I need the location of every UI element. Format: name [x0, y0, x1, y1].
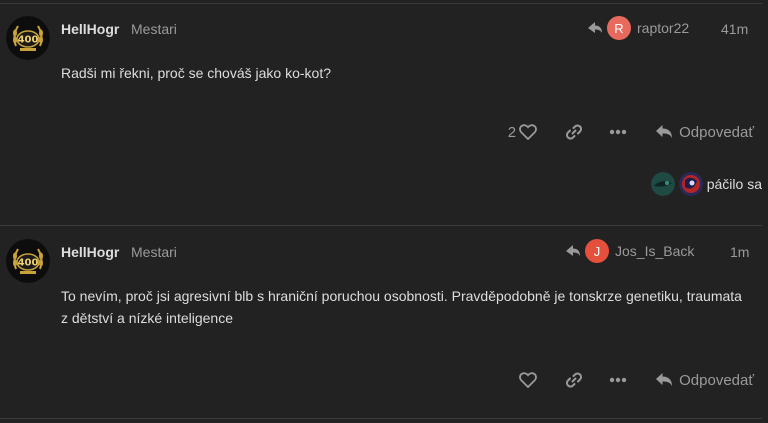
reply-to-username: raptor22: [637, 20, 690, 36]
like-button[interactable]: 2: [507, 123, 538, 141]
reply-to-username: Jos_Is_Back: [615, 243, 695, 259]
liked-by-label: páčilo sa: [706, 176, 762, 192]
reply-icon: [656, 373, 673, 386]
post-time[interactable]: 41m: [721, 21, 748, 37]
username[interactable]: HellHogr: [61, 244, 119, 260]
liker-avatar-image: [678, 172, 703, 196]
user-avatar[interactable]: 400: [6, 16, 50, 60]
post-time[interactable]: 1m: [730, 244, 749, 260]
svg-text:400: 400: [18, 35, 39, 46]
heart-icon: [519, 372, 538, 388]
reply-to-avatar: R: [607, 16, 631, 40]
laurel-badge-icon: 400: [6, 239, 50, 283]
more-icon: [609, 129, 627, 135]
like-button[interactable]: [519, 372, 538, 388]
post: 400 HellHogr Mestari J Jos_Is_Back 1m To…: [0, 226, 768, 418]
post: 400 HellHogr Mestari R raptor22 41m Radš…: [0, 0, 768, 225]
svg-text:400: 400: [18, 258, 39, 269]
reply-to-link[interactable]: R raptor22: [587, 16, 689, 40]
share-link-button[interactable]: [565, 371, 583, 389]
reply-button[interactable]: Odpovedať: [655, 372, 754, 389]
reply-arrow-icon: [566, 245, 580, 256]
post-body: Radši mi řekni, proč se chováš jako ko-k…: [61, 65, 331, 81]
share-link-button[interactable]: [565, 123, 583, 141]
reply-to-link[interactable]: J Jos_Is_Back: [565, 239, 694, 263]
more-icon: [609, 377, 627, 383]
user-title: Mestari: [131, 21, 177, 37]
post-body: To nevím, proč jsi agresivní blb s hrani…: [61, 288, 742, 326]
laurel-badge-icon: 400: [6, 16, 50, 60]
like-count: 2: [507, 123, 517, 141]
username[interactable]: HellHogr: [61, 21, 119, 37]
reply-to-avatar: J: [585, 239, 609, 263]
more-options-button[interactable]: [609, 377, 627, 383]
liked-by[interactable]: páčilo sa: [650, 172, 762, 196]
link-icon: [566, 372, 583, 388]
reply-button[interactable]: Odpovedať: [655, 124, 754, 141]
user-avatar[interactable]: 400: [6, 239, 50, 283]
user-title: Mestari: [131, 244, 177, 260]
more-options-button[interactable]: [609, 129, 627, 135]
liker-avatar-image: [650, 172, 675, 196]
reply-label: Odpovedať: [679, 123, 754, 141]
post-divider: [0, 418, 762, 419]
reply-icon: [656, 125, 673, 138]
heart-icon: [519, 124, 538, 140]
link-icon: [566, 124, 583, 140]
reply-arrow-icon: [588, 22, 602, 33]
liker-avatar[interactable]: [650, 172, 675, 196]
post-actions: 2 Odpovedať: [508, 123, 754, 141]
reply-label: Odpovedať: [679, 371, 754, 389]
liker-avatar[interactable]: [678, 172, 703, 196]
post-actions: Odpovedať: [519, 371, 754, 389]
